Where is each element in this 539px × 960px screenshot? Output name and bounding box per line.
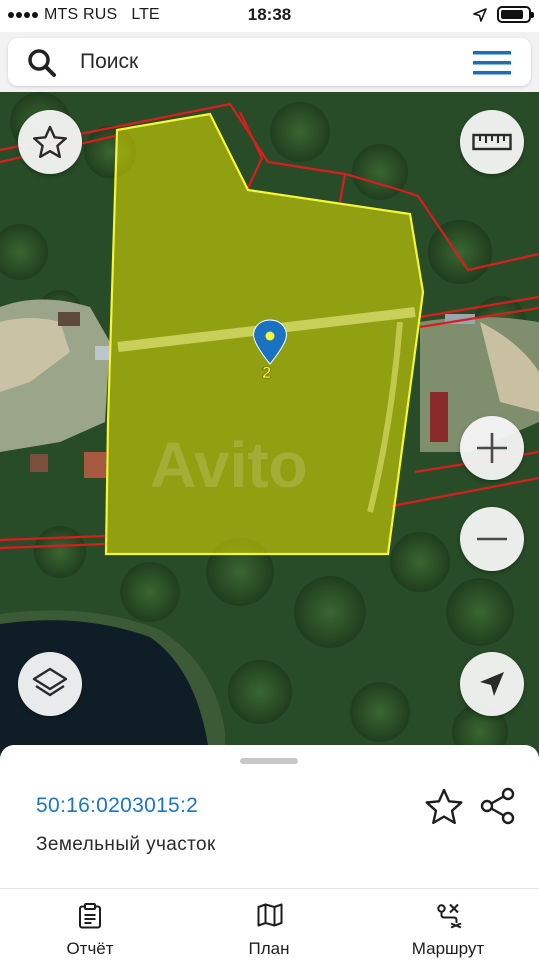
building	[30, 454, 48, 472]
parcel-info-sheet[interactable]: 50:16:0203015:2 Земельный участок	[0, 745, 539, 888]
status-right	[473, 6, 534, 23]
cadastral-number[interactable]: 50:16:0203015:2	[36, 794, 198, 818]
status-time: 18:38	[247, 5, 292, 24]
satellite-map[interactable]: Avito 2	[0, 92, 539, 760]
tab-plan-label: План	[248, 939, 290, 958]
map-view[interactable]: Avito 2	[0, 92, 539, 760]
my-location-button[interactable]	[460, 652, 524, 716]
hamburger-menu-icon[interactable]	[473, 50, 511, 76]
building	[84, 452, 106, 478]
battery-icon	[497, 6, 534, 23]
building	[430, 392, 448, 442]
zoom-in-button[interactable]	[460, 416, 524, 480]
route-icon	[437, 903, 462, 929]
search-bar	[0, 32, 539, 92]
plus-icon	[477, 433, 507, 463]
tab-route[interactable]: Маршрут	[388, 889, 508, 960]
building	[95, 346, 109, 360]
layers-icon	[32, 667, 68, 697]
favorite-button[interactable]	[18, 110, 82, 174]
tab-bar: Отчёт План Маршрут	[0, 888, 539, 960]
search-box[interactable]	[8, 38, 531, 86]
minus-icon	[477, 537, 507, 541]
search-input[interactable]	[80, 48, 440, 76]
layers-button[interactable]	[18, 652, 82, 716]
star-icon	[33, 125, 67, 159]
zoom-out-button[interactable]	[460, 507, 524, 571]
search-icon[interactable]	[26, 48, 60, 78]
location-arrow-icon	[480, 672, 504, 696]
ruler-icon	[472, 133, 512, 151]
share-icon[interactable]	[479, 787, 517, 825]
avito-watermark: Avito	[150, 429, 308, 501]
tab-report[interactable]: Отчёт	[30, 889, 150, 960]
tab-plan[interactable]: План	[209, 889, 329, 960]
building	[58, 312, 80, 326]
star-outline-icon[interactable]	[424, 787, 464, 825]
tab-report-label: Отчёт	[66, 939, 114, 958]
status-bar: MTS RUS LTE 18:38	[0, 0, 539, 32]
report-clipboard-icon	[79, 903, 101, 929]
parcel-marker-label: 2	[262, 363, 271, 382]
location-services-icon	[473, 7, 487, 22]
object-type: Земельный участок	[36, 834, 216, 855]
ruler-button[interactable]	[460, 110, 524, 174]
sheet-grabber[interactable]	[240, 758, 298, 764]
map-plan-icon	[257, 903, 283, 927]
tab-route-label: Маршрут	[411, 939, 485, 958]
